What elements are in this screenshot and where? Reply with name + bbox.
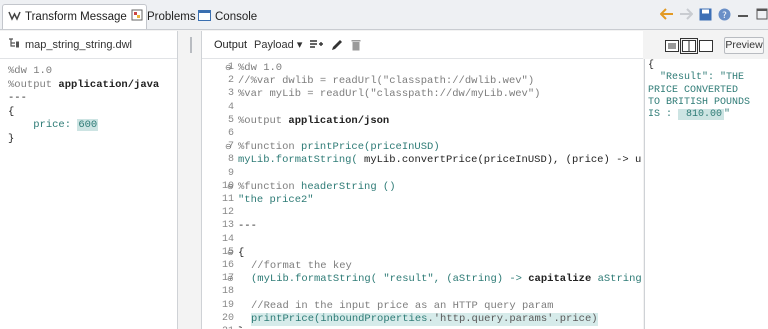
delete-icon[interactable] <box>351 39 361 51</box>
code-value: 600 <box>77 119 99 132</box>
save-icon[interactable] <box>697 6 713 22</box>
line-number-gutter: 1 ⊖ 2 3 4 5 6 7 ⊖ 8 9 10 ⊖ 11 12 13 14 1… <box>202 60 236 329</box>
code-line: //Read in the input price as an HTTP que… <box>251 299 554 312</box>
resize-handle[interactable] <box>190 37 192 53</box>
line-number: 18 <box>221 286 234 298</box>
input-file-name[interactable]: map_string_string.dwl <box>25 39 132 51</box>
code-line: (myLib.formatString( "result", (aString)… <box>251 273 642 286</box>
line-number: 4 <box>227 101 234 113</box>
line-number: 5 <box>227 114 234 126</box>
code-line: %output application/json <box>238 114 390 127</box>
layout-preview-icon[interactable] <box>699 40 713 52</box>
tab-label: Transform Message <box>25 11 127 23</box>
input-code[interactable]: %dw 1.0 %output application/java --- { p… <box>0 59 177 147</box>
code-line: } <box>238 326 244 328</box>
code-line: %dw 1.0 <box>238 62 283 74</box>
code-line: myLib.formatString( myLib.convertPrice(p… <box>238 154 642 167</box>
input-panel: map_string_string.dwl %dw 1.0 %output ap… <box>0 31 178 329</box>
code-line-highlighted: printPrice(inboundProperties.'http.query… <box>251 312 598 326</box>
code-line: --- <box>238 220 257 233</box>
transform-icon <box>8 10 21 24</box>
code-line: %dw 1.0 <box>8 65 53 77</box>
preview-button[interactable]: Preview <box>724 37 764 54</box>
code-line: %var myLib = readUrl("classpath://dw/myL… <box>238 88 541 101</box>
line-number: 8 <box>227 154 234 166</box>
maximize-icon[interactable] <box>754 6 768 22</box>
add-target-icon[interactable] <box>310 39 324 50</box>
tab-label: Problems <box>147 10 196 23</box>
output-label: Output <box>214 38 248 51</box>
fold-icon[interactable]: ⊖ <box>225 142 232 151</box>
script-code-area[interactable]: %dw 1.0 //%var dwlib = readUrl("classpat… <box>238 60 642 328</box>
view-toolbar: ? <box>656 6 768 22</box>
svg-text:?: ? <box>722 11 727 21</box>
tab-transform-message[interactable]: Transform Message ✕ <box>2 4 148 29</box>
minimize-icon[interactable] <box>735 6 751 22</box>
editor-toolbar: Output Payload ▾ <box>202 31 643 59</box>
line-number: 3 <box>227 88 234 100</box>
output-line: "Result": "THE <box>648 72 745 84</box>
code-line: "the price2" <box>238 194 314 206</box>
layout-split-icon[interactable] <box>680 38 698 54</box>
fold-icon[interactable]: ⊖ <box>227 248 234 257</box>
code-line: %function headerString () <box>238 180 396 193</box>
edit-icon[interactable] <box>331 39 343 51</box>
line-number: 11 <box>221 194 234 205</box>
help-icon[interactable]: ? <box>716 6 732 22</box>
tab-problems[interactable]: Problems <box>131 4 196 29</box>
code-line: %function printPrice(priceInUSD) <box>238 141 440 154</box>
output-line: PRICE CONVERTED <box>648 84 739 96</box>
payload-select[interactable]: Payload ▾ <box>254 38 302 51</box>
code-line: { <box>8 105 15 118</box>
code-key: price: <box>33 119 78 132</box>
fold-icon[interactable]: ⊖ <box>227 274 234 283</box>
code-line: //%var dwlib = readUrl("classpath://dwli… <box>238 75 535 88</box>
preview-output[interactable]: { "Result": "THE PRICE CONVERTED TO BRIT… <box>648 60 766 121</box>
editor-tab-bar: Transform Message ✕ Problems Console ? <box>0 0 768 30</box>
script-editor-panel: Output Payload ▾ 1 ⊖ 2 3 4 5 6 7 ⊖ 8 9 1… <box>201 31 643 329</box>
line-number: 9 <box>227 167 234 179</box>
line-number: 12 <box>221 207 234 219</box>
forward-icon[interactable] <box>678 6 694 22</box>
output-line: IS : 810.00 " <box>648 109 731 121</box>
code-line: --- <box>8 92 27 105</box>
code-token: application/java <box>58 78 160 91</box>
tab-console[interactable]: Console <box>198 4 257 29</box>
line-number: 2 <box>227 75 234 87</box>
line-number: 6 <box>227 128 234 139</box>
panel-gap <box>179 31 201 329</box>
console-icon <box>198 9 211 24</box>
code-line: { <box>238 246 245 259</box>
code-line: %output <box>8 78 59 91</box>
output-line: { <box>648 60 655 71</box>
line-number: 13 <box>221 220 234 232</box>
fold-icon[interactable]: ⊖ <box>227 182 234 191</box>
code-line: //format the key <box>251 260 352 272</box>
layout-toggle-group <box>665 38 716 54</box>
code-line: } <box>8 132 15 145</box>
tab-label: Console <box>215 10 258 23</box>
output-line: TO BRITISH POUNDS <box>648 96 751 108</box>
layout-single-icon[interactable] <box>665 40 679 52</box>
line-number: 20 <box>221 312 234 324</box>
fold-icon[interactable]: ⊖ <box>225 63 232 72</box>
problems-icon <box>131 9 143 24</box>
input-panel-header: map_string_string.dwl <box>0 31 177 59</box>
tree-icon <box>8 38 20 51</box>
line-number: 14 <box>221 233 234 245</box>
line-number: 19 <box>221 299 234 311</box>
line-number: 16 <box>221 260 234 271</box>
back-icon[interactable] <box>659 6 675 22</box>
